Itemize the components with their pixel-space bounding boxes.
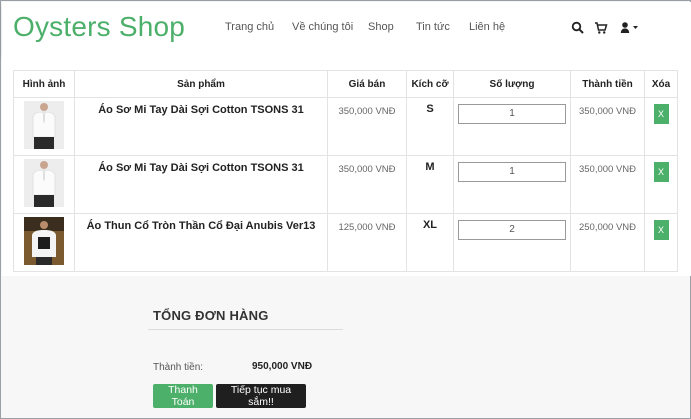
- total-value: 950,000 VNĐ: [252, 361, 313, 372]
- user-icon: [620, 22, 630, 33]
- unit-price: 125,000 VNĐ: [338, 222, 396, 233]
- product-name[interactable]: Áo Thun Cổ Tròn Thần Cổ Đại Anubis Ver13: [75, 219, 327, 233]
- line-subtotal: 250,000 VNĐ: [578, 222, 637, 233]
- product-image-cell: [13, 213, 75, 272]
- continue-shopping-button[interactable]: Tiếp tục mua sắm!!: [216, 384, 306, 408]
- quantity-input[interactable]: [458, 103, 566, 124]
- caret-down-icon: [633, 26, 638, 29]
- size-cell: XL: [406, 213, 454, 272]
- quantity-cell: [453, 155, 571, 214]
- delete-cell: X: [644, 97, 678, 156]
- subtotal-cell: 250,000 VNĐ: [570, 213, 645, 272]
- col-header-subtotal: Thành tiền: [570, 70, 645, 98]
- product-thumbnail[interactable]: [24, 101, 64, 149]
- quantity-cell: [453, 97, 571, 156]
- product-name-cell: Áo Thun Cổ Tròn Thần Cổ Đại Anubis Ver13: [74, 213, 328, 272]
- checkout-button[interactable]: Thanh Toán: [153, 384, 213, 408]
- product-image-cell: [13, 155, 75, 214]
- search-icon[interactable]: [571, 21, 585, 35]
- site-header: Oysters Shop Trang chủ Về chúng tôi Shop…: [2, 2, 691, 54]
- nav-contact[interactable]: Liên hệ: [469, 21, 505, 33]
- product-thumbnail[interactable]: [24, 159, 64, 207]
- size-cell: S: [406, 97, 454, 156]
- cart-section: Hình ảnh Sản phẩm Giá bán Kích cỡ Số lượ…: [2, 54, 691, 276]
- subtotal-cell: 350,000 VNĐ: [570, 97, 645, 156]
- unit-price: 350,000 VNĐ: [338, 164, 396, 175]
- product-name-cell: Áo Sơ Mi Tay Dài Sợi Cotton TSONS 31: [74, 97, 328, 156]
- col-header-quantity: Số lượng: [453, 70, 571, 98]
- product-image-cell: [13, 97, 75, 156]
- nav-home[interactable]: Trang chủ: [225, 21, 274, 33]
- product-size: M: [425, 161, 435, 173]
- table-row: Áo Sơ Mi Tay Dài Sợi Cotton TSONS 31 350…: [13, 155, 678, 214]
- delete-button[interactable]: X: [653, 220, 669, 240]
- quantity-input[interactable]: [458, 161, 566, 182]
- quantity-cell: [453, 213, 571, 272]
- table-row: Áo Sơ Mi Tay Dài Sợi Cotton TSONS 31 350…: [13, 97, 678, 156]
- nav-shop[interactable]: Shop: [368, 21, 394, 33]
- delete-button[interactable]: X: [653, 162, 669, 182]
- total-label: Thành tiền:: [153, 362, 204, 373]
- col-header-product: Sản phẩm: [74, 70, 328, 98]
- product-name[interactable]: Áo Sơ Mi Tay Dài Sợi Cotton TSONS 31: [75, 103, 327, 117]
- product-size: XL: [422, 219, 438, 231]
- price-cell: 125,000 VNĐ: [327, 213, 407, 272]
- delete-cell: X: [644, 213, 678, 272]
- order-summary-title: TỔNG ĐƠN HÀNG: [153, 308, 269, 323]
- nav-news[interactable]: Tin tức: [416, 21, 450, 33]
- col-header-price: Giá bán: [327, 70, 407, 98]
- product-thumbnail[interactable]: [24, 217, 64, 265]
- line-subtotal: 350,000 VNĐ: [578, 106, 637, 117]
- product-name-cell: Áo Sơ Mi Tay Dài Sợi Cotton TSONS 31: [74, 155, 328, 214]
- price-cell: 350,000 VNĐ: [327, 155, 407, 214]
- col-header-image: Hình ảnh: [13, 70, 75, 98]
- summary-divider: [148, 329, 343, 330]
- line-subtotal: 350,000 VNĐ: [578, 164, 637, 175]
- delete-button[interactable]: X: [653, 104, 669, 124]
- size-cell: M: [406, 155, 454, 214]
- quantity-input[interactable]: [458, 219, 566, 240]
- cart-icon[interactable]: [594, 21, 608, 35]
- product-size: S: [426, 103, 434, 115]
- subtotal-cell: 350,000 VNĐ: [570, 155, 645, 214]
- page-frame: Oysters Shop Trang chủ Về chúng tôi Shop…: [0, 0, 691, 419]
- table-row: Áo Thun Cổ Tròn Thần Cổ Đại Anubis Ver13…: [13, 213, 678, 272]
- cart-table: Hình ảnh Sản phẩm Giá bán Kích cỡ Số lượ…: [13, 70, 678, 272]
- nav-about[interactable]: Về chúng tôi: [292, 21, 353, 33]
- product-name[interactable]: Áo Sơ Mi Tay Dài Sợi Cotton TSONS 31: [75, 161, 327, 175]
- col-header-size: Kích cỡ: [406, 70, 454, 98]
- price-cell: 350,000 VNĐ: [327, 97, 407, 156]
- user-menu[interactable]: [620, 21, 642, 35]
- unit-price: 350,000 VNĐ: [338, 106, 396, 117]
- table-header-row: Hình ảnh Sản phẩm Giá bán Kích cỡ Số lượ…: [13, 70, 678, 98]
- brand-logo[interactable]: Oysters Shop: [13, 11, 185, 43]
- delete-cell: X: [644, 155, 678, 214]
- col-header-delete: Xóa: [644, 70, 678, 98]
